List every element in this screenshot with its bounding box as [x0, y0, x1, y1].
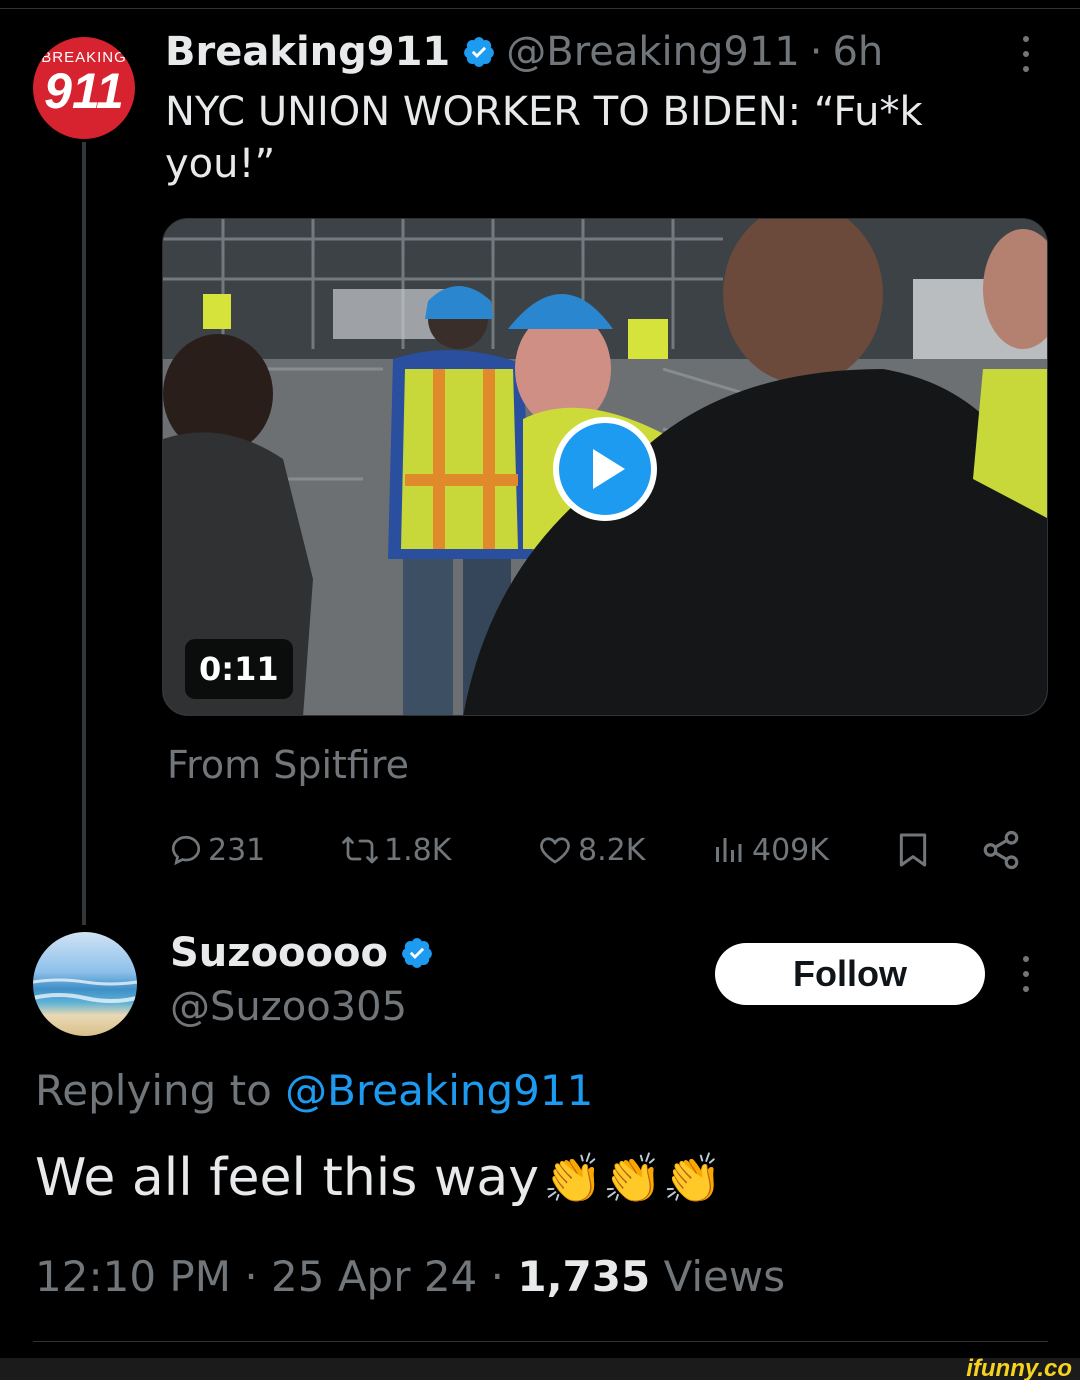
reply-author-name[interactable]: Suzooooo — [170, 930, 388, 976]
reply-author-handle[interactable]: @Suzoo305 — [170, 984, 407, 1030]
bottom-divider — [33, 1341, 1048, 1342]
author-handle[interactable]: @Breaking911 — [506, 29, 800, 75]
verified-badge-icon — [402, 938, 432, 968]
replying-prefix: Replying to — [35, 1066, 286, 1115]
avatar-suzoo305[interactable] — [33, 932, 137, 1036]
video-duration: 0:11 — [185, 639, 293, 699]
footer-bar — [0, 1358, 1080, 1380]
play-button[interactable] — [553, 417, 657, 521]
tweet-time[interactable]: 6h — [832, 29, 883, 75]
more-options-icon[interactable] — [1021, 36, 1031, 72]
replying-to: Replying to @Breaking911 — [35, 1066, 593, 1115]
reply-time[interactable]: 12:10 PM — [35, 1252, 231, 1301]
repost-action[interactable]: 1.8K — [340, 820, 451, 880]
views-action[interactable]: 409K — [708, 820, 829, 880]
media-source[interactable]: From Spitfire — [167, 743, 409, 787]
reply-date[interactable]: 25 Apr 24 — [271, 1252, 477, 1301]
play-icon — [593, 449, 625, 489]
share-icon — [983, 830, 1019, 870]
reply-action[interactable]: 231 — [168, 820, 265, 880]
clapping-hands-emoji: 👏👏👏 — [543, 1150, 723, 1207]
tweet-text: NYC UNION WORKER TO BIDEN: “Fu*k you!” — [165, 89, 923, 187]
top-divider — [0, 8, 1080, 9]
thread-line — [82, 142, 86, 925]
ifunny-watermark: ifunny.co — [966, 1355, 1072, 1380]
author-name[interactable]: Breaking911 — [165, 29, 450, 75]
reply-text: We all feel this way — [35, 1148, 540, 1208]
avatar-breaking911[interactable]: BREAKING 911 — [33, 37, 135, 139]
heart-icon — [540, 837, 570, 864]
reply-views-label: Views — [663, 1252, 786, 1301]
views-count: 409K — [752, 832, 829, 868]
separator-dot: · — [244, 1252, 258, 1301]
separator-dot: · — [490, 1252, 504, 1301]
repost-icon — [342, 836, 378, 864]
more-options-icon[interactable] — [1021, 956, 1031, 992]
views-chart-icon — [716, 838, 742, 862]
reply-views-count: 1,735 — [517, 1252, 651, 1301]
separator-dot: · — [809, 29, 823, 75]
reply-meta: 12:10 PM · 25 Apr 24 · 1,735 Views — [35, 1252, 785, 1301]
verified-badge-icon — [464, 37, 495, 67]
reply-author-row: Suzooooo — [170, 926, 444, 980]
like-action[interactable]: 8.2K — [536, 820, 645, 880]
follow-button[interactable]: Follow — [715, 943, 985, 1005]
replying-mention-link[interactable]: @Breaking911 — [285, 1066, 593, 1115]
repost-count: 1.8K — [384, 832, 452, 868]
share-action[interactable] — [980, 820, 1026, 880]
bookmark-icon — [899, 833, 927, 867]
avatar-number: 911 — [44, 63, 124, 119]
beach-avatar-image — [33, 978, 137, 1003]
reply-text-row: We all feel this way 👏👏👏 — [35, 1148, 722, 1208]
tweet-header: Breaking911 @Breaking911 · 6h — [165, 26, 883, 78]
reply-count: 231 — [208, 832, 266, 868]
like-count: 8.2K — [578, 832, 646, 868]
tweet-actions: 231 1.8K 8.2K 409K — [168, 820, 1028, 880]
video-thumbnail[interactable]: 0:11 — [162, 218, 1048, 716]
reply-icon — [171, 835, 201, 866]
bookmark-action[interactable] — [893, 820, 937, 880]
